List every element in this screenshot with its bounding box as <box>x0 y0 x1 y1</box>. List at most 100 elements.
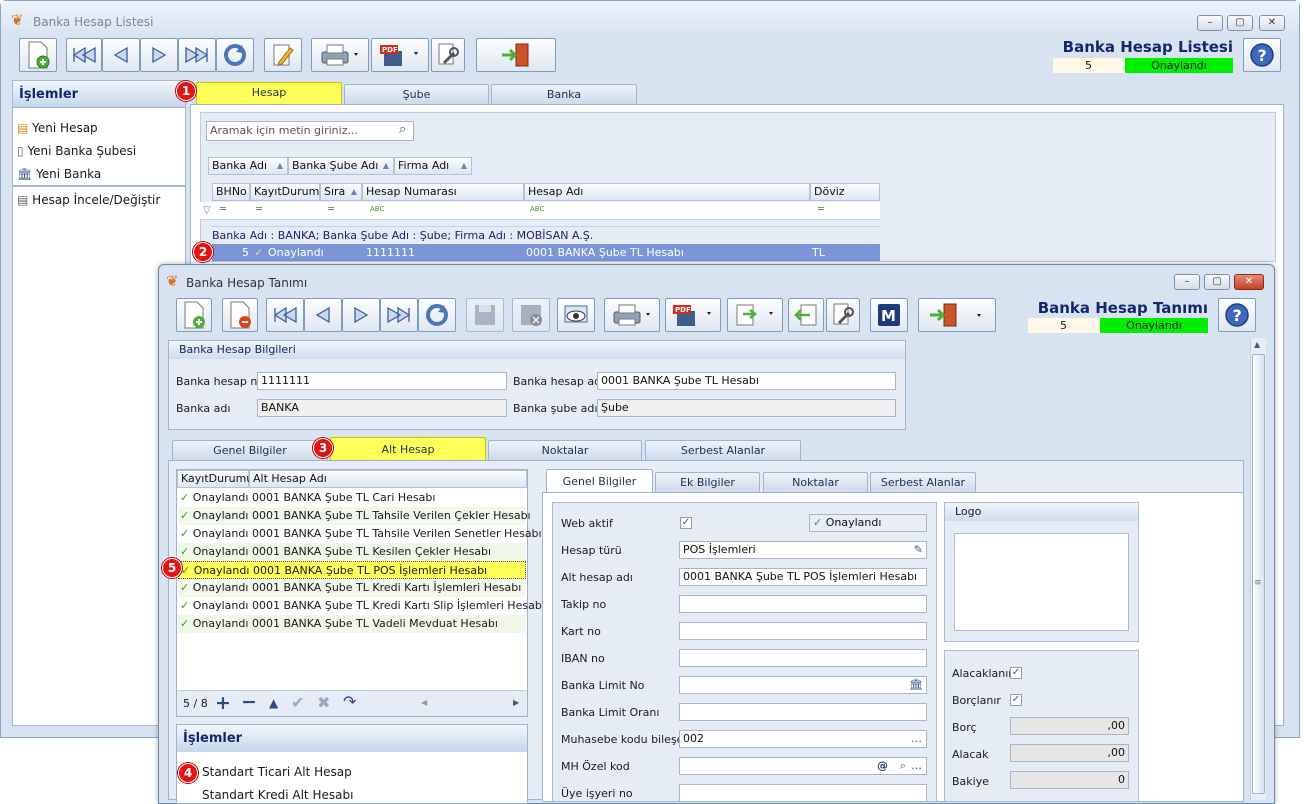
banka-limit-orani-field[interactable] <box>679 703 927 721</box>
alacaklanir-checkbox[interactable]: ✓ <box>1010 667 1022 679</box>
detail-tab-ek-bilgiler[interactable]: Ek Bilgiler <box>655 472 760 494</box>
inner-maximize-button[interactable]: ▢ <box>1204 274 1230 290</box>
borclanir-checkbox[interactable]: ✓ <box>1010 694 1022 706</box>
inner-save-button[interactable] <box>466 298 504 332</box>
mh-ozel-kod-field[interactable]: @ ⌕… <box>679 757 927 775</box>
at-icon[interactable]: @ <box>877 758 888 774</box>
new-bank-link[interactable]: 🏛 Yeni Banka <box>17 167 101 181</box>
inner-tab-genel-bilgiler[interactable]: Genel Bilgiler <box>172 440 328 462</box>
next-record-button[interactable] <box>140 38 178 72</box>
standard-trade-sub-account-link[interactable]: Standart Ticari Alt Hesap <box>202 765 352 779</box>
new-record-button[interactable] <box>19 38 57 72</box>
banka-limit-no-field[interactable]: 🏛 <box>679 676 927 694</box>
iban-no-field[interactable] <box>679 649 927 667</box>
inner-view-button[interactable] <box>557 298 595 332</box>
inner-delete-button[interactable] <box>222 298 258 332</box>
bank-icon[interactable]: 🏛 <box>909 677 923 693</box>
group-chip-firma[interactable]: Firma Adı ▲ <box>394 157 472 175</box>
scroll-thumb[interactable] <box>1252 354 1265 794</box>
inner-tools-button[interactable] <box>826 298 860 332</box>
inner-cancel-button[interactable] <box>512 298 550 332</box>
web-aktif-checkbox[interactable]: ✓ <box>680 517 692 529</box>
inner-close-button[interactable]: ✕ <box>1234 274 1264 290</box>
col-header-hesap-adi[interactable]: Hesap Adı <box>524 183 810 201</box>
list-item[interactable]: ✓ Onaylandı 0001 BANKA Şube TL Tahsile Ve… <box>178 507 531 525</box>
inner-next-button[interactable] <box>342 298 380 332</box>
col-header-sira[interactable]: Sıra ▲ <box>320 183 362 201</box>
tab-sube[interactable]: Şube <box>344 84 489 106</box>
view-edit-account-link[interactable]: ▤ Hesap İncele/Değiştir <box>17 193 160 207</box>
minimize-button[interactable]: – <box>1197 15 1223 31</box>
hesap-turu-select[interactable]: POS İşlemleri ✎ <box>679 541 927 559</box>
inner-m-button[interactable]: M <box>870 298 908 332</box>
col-header-hesap-numarasi[interactable]: Hesap Numarası <box>362 183 524 201</box>
list-item[interactable]: ✓ Onaylandı 0001 BANKA Şube TL Tahsile Ve… <box>178 525 542 543</box>
group-row[interactable]: Banka Adı : BANKA; Banka Şube Adı : Şube… <box>212 226 880 244</box>
takip-no-field[interactable] <box>679 595 927 613</box>
move-up-icon[interactable]: ▲ <box>269 696 278 710</box>
hesap-adi-field[interactable]: 0001 BANKA Şube TL Hesabı <box>597 372 896 390</box>
list-item[interactable]: ✓ Onaylandı 0001 BANKA Şube TL Kesilen Çe… <box>178 543 526 561</box>
last-record-button[interactable] <box>178 38 216 72</box>
group-chip-sube[interactable]: Banka Şube Adı ▲ <box>288 157 394 175</box>
inner-back-button[interactable] <box>788 298 824 332</box>
preview-button[interactable] <box>431 38 465 72</box>
muhasebe-kodu-field[interactable]: 002… <box>679 730 927 748</box>
new-account-link[interactable]: ▤ Yeni Hesap <box>17 121 98 135</box>
sub-col-alt-hesap-adi[interactable]: Alt Hesap Adı <box>249 470 527 488</box>
detail-tab-serbest-alanlar[interactable]: Serbest Alanlar <box>870 472 976 494</box>
inner-tab-alt-hesap[interactable]: Alt Hesap <box>330 437 486 462</box>
confirm-icon[interactable]: ✔ <box>291 693 304 712</box>
maximize-button[interactable]: ▢ <box>1227 15 1253 31</box>
list-item[interactable]: ✓ Onaylandı 0001 BANKA Şube TL Cari Hesab… <box>178 489 526 507</box>
refresh-button[interactable] <box>216 38 254 72</box>
edit-button[interactable] <box>264 38 302 72</box>
export-pdf-button[interactable]: PDF <box>371 38 429 72</box>
inner-minimize-button[interactable]: – <box>1174 274 1200 290</box>
first-record-button[interactable] <box>66 38 102 72</box>
inner-tab-serbest-alanlar[interactable]: Serbest Alanlar <box>645 440 801 462</box>
inner-import-button[interactable] <box>727 298 783 332</box>
inner-exit-button[interactable] <box>918 298 996 332</box>
inner-print-button[interactable] <box>604 298 660 332</box>
inner-new-button[interactable] <box>176 298 212 332</box>
list-item[interactable]: ✓ Onaylandı 0001 BANKA Şube TL Kredi Kart… <box>178 597 545 615</box>
remove-row-icon[interactable]: − <box>241 691 257 713</box>
selected-table-row[interactable]: 5 ✓ Onaylandı 1111111 0001 BANKA Şube TL… <box>212 244 880 261</box>
inner-previous-button[interactable] <box>304 298 342 332</box>
list-item[interactable]: ✓ Onaylandı 0001 BANKA Şube TL POS İşleml… <box>178 561 526 579</box>
detail-tab-genel-bilgiler[interactable]: Genel Bilgiler <box>546 469 653 493</box>
tab-banka[interactable]: Banka <box>491 84 637 106</box>
logo-image-box[interactable] <box>954 533 1129 631</box>
redo-icon[interactable]: ↷ <box>343 692 356 711</box>
cancel-icon[interactable]: ✖ <box>317 693 330 712</box>
tab-hesap[interactable]: Hesap <box>196 82 342 105</box>
ellipsis-icon[interactable]: … <box>911 758 922 774</box>
scroll-left-icon[interactable]: ◀ <box>421 698 427 707</box>
col-header-bhno[interactable]: BHNo <box>212 183 250 201</box>
ellipsis-icon[interactable]: … <box>911 731 922 747</box>
uye-isyeri-no-field[interactable] <box>679 784 927 802</box>
col-header-doviz[interactable]: Döviz <box>810 183 880 201</box>
alt-hesap-adi-field[interactable]: 0001 BANKA Şube TL POS İşlemleri Hesabı <box>679 568 927 586</box>
close-button[interactable]: ✕ <box>1259 15 1285 31</box>
new-branch-link[interactable]: ▯ Yeni Banka Şubesi <box>17 144 136 158</box>
inner-vertical-scrollbar[interactable]: ▲ ≡ <box>1250 338 1266 800</box>
previous-record-button[interactable] <box>102 38 140 72</box>
scroll-right-icon[interactable]: ▶ <box>513 698 519 707</box>
outer-help-button[interactable]: ? <box>1243 38 1281 72</box>
outer-search-input[interactable]: Aramak için metin giriniz... <box>206 121 414 141</box>
group-chip-banka[interactable]: Banka Adı ▲ <box>208 157 288 175</box>
inner-help-button[interactable]: ? <box>1218 298 1256 332</box>
kart-no-field[interactable] <box>679 622 927 640</box>
inner-pdf-button[interactable]: PDF <box>665 298 721 332</box>
col-header-kayitdurumu[interactable]: KayıtDurumu <box>250 183 326 201</box>
print-button[interactable] <box>311 38 369 72</box>
inner-first-button[interactable] <box>266 298 304 332</box>
scroll-up-icon[interactable]: ▲ <box>1254 340 1260 349</box>
exit-button[interactable] <box>476 38 556 72</box>
inner-last-button[interactable] <box>380 298 418 332</box>
inner-tab-noktalar[interactable]: Noktalar <box>488 440 642 462</box>
sub-col-kayitdurumu[interactable]: KayıtDurumu <box>177 470 253 488</box>
detail-tab-noktalar[interactable]: Noktalar <box>763 472 868 494</box>
